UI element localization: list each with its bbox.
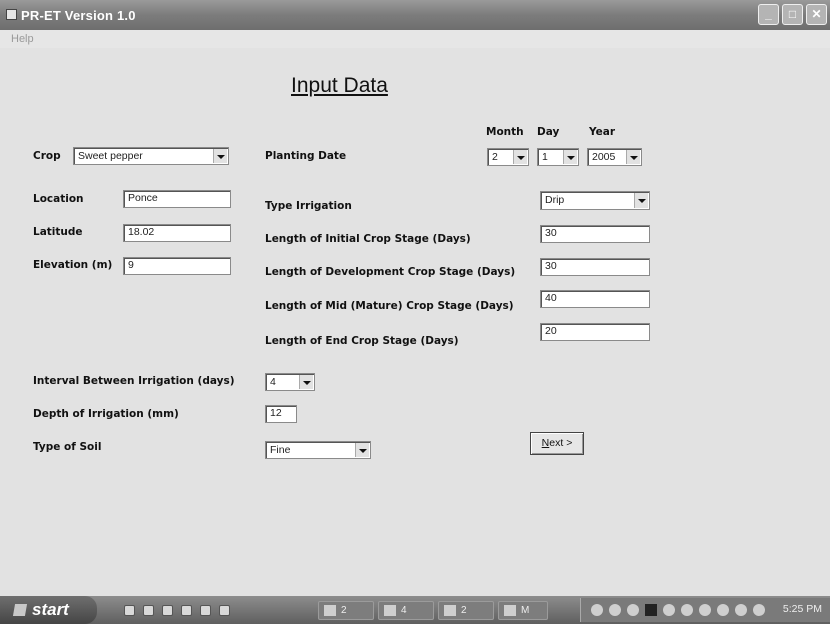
title-bar: PR-ET Version 1.0 _ □ ✕: [0, 0, 830, 30]
tray-icon[interactable]: [681, 604, 693, 616]
crop-value: Sweet pepper: [78, 150, 143, 162]
chevron-down-icon[interactable]: [634, 193, 648, 208]
next-label: ext >: [549, 437, 573, 449]
close-button[interactable]: ✕: [806, 4, 827, 25]
task-button[interactable]: 2: [318, 601, 374, 620]
task-button[interactable]: M: [498, 601, 548, 620]
soil-select[interactable]: Fine: [265, 441, 371, 459]
crop-select[interactable]: Sweet pepper: [73, 147, 229, 165]
quicklaunch-icon[interactable]: [200, 605, 211, 616]
year-header: Year: [589, 126, 616, 138]
task-button[interactable]: 4: [378, 601, 434, 620]
tray-icon[interactable]: [591, 604, 603, 616]
minimize-button[interactable]: _: [758, 4, 779, 25]
elevation-input[interactable]: 9: [123, 257, 231, 275]
start-button[interactable]: start: [0, 596, 97, 624]
chevron-down-icon[interactable]: [563, 150, 577, 164]
interval-value: 4: [270, 376, 276, 388]
tray-icon[interactable]: [717, 604, 729, 616]
mid-stage-label: Length of Mid (Mature) Crop Stage (Days): [265, 300, 514, 312]
mid-stage-input[interactable]: 40: [540, 290, 650, 308]
menu-help[interactable]: Help: [11, 33, 34, 45]
interval-label: Interval Between Irrigation (days): [33, 375, 235, 387]
development-stage-input[interactable]: 30: [540, 258, 650, 276]
type-irrigation-select[interactable]: Drip: [540, 191, 650, 210]
chevron-down-icon[interactable]: [513, 150, 527, 164]
depth-label: Depth of Irrigation (mm): [33, 408, 179, 420]
window-title: PR-ET Version 1.0: [21, 8, 136, 23]
menu-bar: Help: [0, 30, 830, 48]
crop-label: Crop: [33, 150, 61, 162]
year-value: 2005: [592, 151, 616, 163]
chevron-down-icon[interactable]: [213, 149, 227, 163]
day-select[interactable]: 1: [537, 148, 579, 166]
initial-stage-input[interactable]: 30: [540, 225, 650, 243]
type-irrigation-label: Type Irrigation: [265, 200, 352, 212]
end-stage-input[interactable]: 20: [540, 323, 650, 341]
tray-icon[interactable]: [645, 604, 657, 616]
planting-date-label: Planting Date: [265, 150, 347, 162]
tray-icon[interactable]: [735, 604, 747, 616]
app-icon: [6, 9, 17, 20]
taskbar: start 2 4 2 M 5:25 PM: [0, 596, 830, 624]
start-label: start: [32, 600, 69, 619]
quicklaunch-icon[interactable]: [219, 605, 230, 616]
chevron-down-icon[interactable]: [355, 443, 369, 457]
tray-icon[interactable]: [753, 604, 765, 616]
location-label: Location: [33, 193, 84, 205]
soil-label: Type of Soil: [33, 441, 102, 453]
system-tray: 5:25 PM: [580, 598, 830, 622]
quicklaunch-icon[interactable]: [181, 605, 192, 616]
tray-icon[interactable]: [627, 604, 639, 616]
task-button[interactable]: 2: [438, 601, 494, 620]
month-header: Month: [486, 126, 524, 138]
type-irrigation-value: Drip: [545, 194, 565, 206]
month-value: 2: [492, 151, 498, 163]
depth-input[interactable]: 12: [265, 405, 297, 423]
year-select[interactable]: 2005: [587, 148, 642, 166]
quicklaunch-icon[interactable]: [124, 605, 135, 616]
day-header: Day: [537, 126, 560, 138]
soil-value: Fine: [270, 444, 291, 456]
tray-icon[interactable]: [699, 604, 711, 616]
maximize-button[interactable]: □: [782, 4, 803, 25]
windows-logo-icon: [12, 604, 28, 616]
latitude-label: Latitude: [33, 226, 83, 238]
form-area: [0, 48, 830, 596]
page-title: Input Data: [291, 74, 388, 97]
elevation-label: Elevation (m): [33, 259, 113, 271]
next-button[interactable]: Next >: [530, 432, 584, 455]
quicklaunch-icon[interactable]: [162, 605, 173, 616]
tray-icon[interactable]: [609, 604, 621, 616]
quicklaunch-icon[interactable]: [143, 605, 154, 616]
chevron-down-icon[interactable]: [299, 375, 313, 389]
interval-select[interactable]: 4: [265, 373, 315, 391]
location-input[interactable]: Ponce: [123, 190, 231, 208]
clock: 5:25 PM: [782, 603, 822, 615]
tray-icon[interactable]: [663, 604, 675, 616]
day-value: 1: [542, 151, 548, 163]
latitude-input[interactable]: 18.02: [123, 224, 231, 242]
development-stage-label: Length of Development Crop Stage (Days): [265, 266, 516, 278]
chevron-down-icon[interactable]: [626, 150, 640, 164]
initial-stage-label: Length of Initial Crop Stage (Days): [265, 233, 471, 245]
end-stage-label: Length of End Crop Stage (Days): [265, 335, 459, 347]
month-select[interactable]: 2: [487, 148, 529, 166]
